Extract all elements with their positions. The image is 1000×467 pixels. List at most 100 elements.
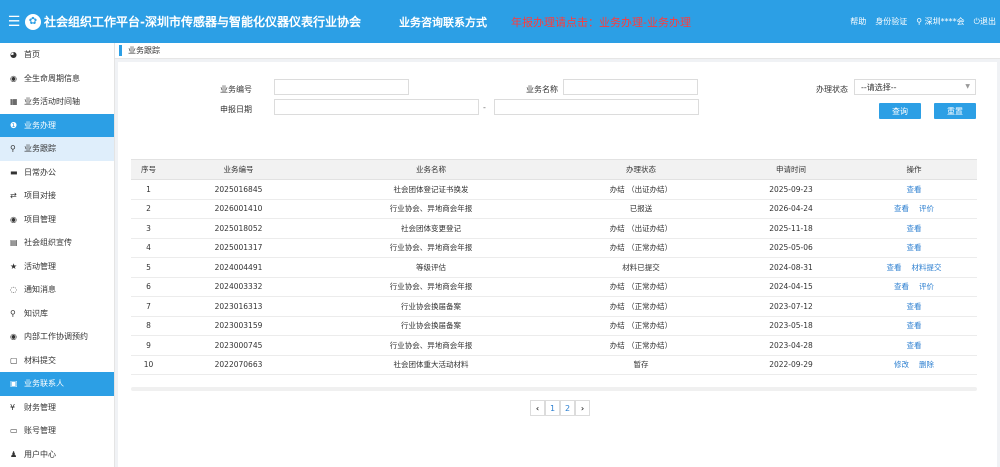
biz-name-label: 业务名称 xyxy=(526,85,558,94)
cell-date: 2025-09-23 xyxy=(731,179,851,200)
reset-button[interactable]: 重置 xyxy=(934,103,976,119)
cell-date: 2022-09-29 xyxy=(731,355,851,375)
sidebar-item[interactable]: ▢ 材料提交 xyxy=(0,349,114,373)
sidebar-item[interactable]: ◕ 首页 xyxy=(0,43,114,67)
cell-date: 2023-04-28 xyxy=(731,335,851,356)
eye-icon: ◉ xyxy=(10,214,17,224)
content-panel: 业务编号 业务名称 办理状态 --请选择-- ▼ 申报日期 - 查询 重置 序号… xyxy=(118,62,997,467)
sidebar-item-label: 材料提交 xyxy=(24,355,56,365)
table-row: 6 2024003332 行业协会、异地商会年报 办结 （正常办结） 2024-04-1… xyxy=(131,277,977,297)
sidebar-item[interactable]: ⚲ 知识库 xyxy=(0,302,114,326)
col-header-code: 业务编号 xyxy=(166,159,311,180)
search-icon: ⚲ xyxy=(10,308,16,318)
sidebar-item[interactable]: ◉ 项目管理 xyxy=(0,208,114,232)
row-action-link[interactable]: 查看 xyxy=(887,263,902,272)
cell-actions: 查看 材料提交 xyxy=(851,257,977,278)
row-action-link[interactable]: 评价 xyxy=(919,204,934,213)
row-action-link[interactable]: 查看 xyxy=(907,243,922,252)
sidebar-item[interactable]: ❶ 业务办理 xyxy=(0,113,114,137)
query-button[interactable]: 查询 xyxy=(879,103,921,119)
status-select-value: --请选择-- xyxy=(861,82,897,92)
cell-no: 4 xyxy=(131,238,166,258)
sidebar-item[interactable]: ◉ 内部工作协调预约 xyxy=(0,325,114,349)
row-action-link[interactable]: 删除 xyxy=(919,360,934,369)
sidebar-item[interactable]: ¥ 财务管理 xyxy=(0,396,114,420)
sidebar-item[interactable]: ▬ 日常办公 xyxy=(0,161,114,185)
logout-button[interactable]: ⏻退出 xyxy=(974,16,996,27)
horizontal-scrollbar[interactable] xyxy=(131,387,977,391)
sidebar-item-label: 社会组织宣传 xyxy=(24,238,72,248)
breadcrumb: 业务跟踪 xyxy=(115,43,1000,59)
status-select[interactable]: --请选择-- ▼ xyxy=(854,79,976,95)
dashboard-icon: ◕ xyxy=(10,50,17,60)
date-separator: - xyxy=(483,103,486,112)
main-content: 业务跟踪 业务编号 业务名称 办理状态 --请选择-- ▼ 申报日期 - 查询 … xyxy=(115,43,1000,467)
cell-name: 行业协会、异地商会年报 xyxy=(311,199,551,219)
cell-status: 办结 （正常办结） xyxy=(551,316,731,336)
cell-code: 2025016845 xyxy=(166,179,311,200)
cell-actions: 查看 xyxy=(851,238,977,258)
sidebar-item[interactable]: ▦ 业务活动时间轴 xyxy=(0,90,114,114)
sidebar-item[interactable]: ★ 活动管理 xyxy=(0,255,114,279)
col-header-no: 序号 xyxy=(131,159,166,180)
table-row: 7 2023016313 行业协会换届备案 办结 （正常办结） 2023-07-12 查看 xyxy=(131,296,977,317)
sidebar-item[interactable]: ⚲ 业务跟踪 xyxy=(0,137,114,161)
cell-date: 2023-05-18 xyxy=(731,316,851,336)
user-menu[interactable]: ⚲ 深圳****会 xyxy=(916,16,964,27)
row-action-link[interactable]: 查看 xyxy=(907,185,922,194)
sidebar-item[interactable]: ◉ 全生命周期信息 xyxy=(0,67,114,91)
biz-no-input[interactable] xyxy=(274,79,409,95)
contact-link[interactable]: 业务咨询联系方式 xyxy=(399,14,487,30)
info-icon: ❶ xyxy=(10,120,18,130)
sidebar-item-label: 全生命周期信息 xyxy=(24,73,80,83)
sidebar-item-label: 项目对接 xyxy=(24,191,56,201)
date-label: 申报日期 xyxy=(220,105,252,114)
pagination: ‹ 1 2 › xyxy=(530,400,590,416)
cell-no: 3 xyxy=(131,218,166,239)
cell-name: 行业协会换届备案 xyxy=(311,296,551,317)
date-start-input[interactable] xyxy=(274,99,479,115)
col-header-date: 申请时间 xyxy=(731,159,851,180)
sidebar-item[interactable]: ⇄ 项目对接 xyxy=(0,184,114,208)
cell-date: 2025-11-18 xyxy=(731,218,851,239)
sidebar-item[interactable]: ♟ 用户中心 xyxy=(0,443,114,467)
verify-link[interactable]: 身份验证 xyxy=(875,16,907,27)
eye-icon: ◉ xyxy=(10,332,17,342)
annual-report-notice[interactable]: 年报办理请点击：业务办理-业务办理 xyxy=(511,14,691,30)
row-action-link[interactable]: 查看 xyxy=(907,321,922,330)
cell-code: 2023003159 xyxy=(166,316,311,336)
search-icon: ⚲ xyxy=(10,144,16,154)
sidebar-item[interactable]: ◌ 通知消息 xyxy=(0,278,114,302)
biz-name-input[interactable] xyxy=(563,79,698,95)
user-icon: ♟ xyxy=(10,449,18,459)
sidebar-item-label: 日常办公 xyxy=(24,167,56,177)
row-action-link[interactable]: 查看 xyxy=(907,341,922,350)
prev-page-button[interactable]: ‹ xyxy=(530,400,545,416)
sidebar-item-label: 通知消息 xyxy=(24,285,56,295)
cell-status: 办结 （出证办结） xyxy=(551,218,731,239)
row-action-link[interactable]: 修改 xyxy=(894,360,909,369)
sidebar-item[interactable]: ▤ 社会组织宣传 xyxy=(0,231,114,255)
date-end-input[interactable] xyxy=(494,99,699,115)
help-link[interactable]: 帮助 xyxy=(850,16,866,27)
page-1-button[interactable]: 1 xyxy=(545,400,560,416)
cell-code: 2026001410 xyxy=(166,199,311,219)
cell-status: 已报送 xyxy=(551,199,731,219)
sidebar-item[interactable]: ▣ 业务联系人 xyxy=(0,372,114,396)
row-action-link[interactable]: 评价 xyxy=(919,282,934,291)
row-action-link[interactable]: 查看 xyxy=(894,282,909,291)
row-action-link[interactable]: 材料提交 xyxy=(912,263,942,272)
page-2-button[interactable]: 2 xyxy=(560,400,575,416)
yen-icon: ¥ xyxy=(10,402,16,412)
calendar-icon: ▦ xyxy=(10,97,18,107)
row-action-link[interactable]: 查看 xyxy=(907,224,922,233)
row-action-link[interactable]: 查看 xyxy=(907,302,922,311)
cell-no: 8 xyxy=(131,316,166,336)
next-page-button[interactable]: › xyxy=(575,400,590,416)
sidebar-item[interactable]: ▭ 账号管理 xyxy=(0,419,114,443)
hamburger-icon[interactable]: ☰ xyxy=(3,14,25,30)
cell-actions: 查看 xyxy=(851,316,977,336)
row-action-link[interactable]: 查看 xyxy=(894,204,909,213)
cell-actions: 查看 xyxy=(851,296,977,317)
contact-icon: ▣ xyxy=(10,379,18,389)
